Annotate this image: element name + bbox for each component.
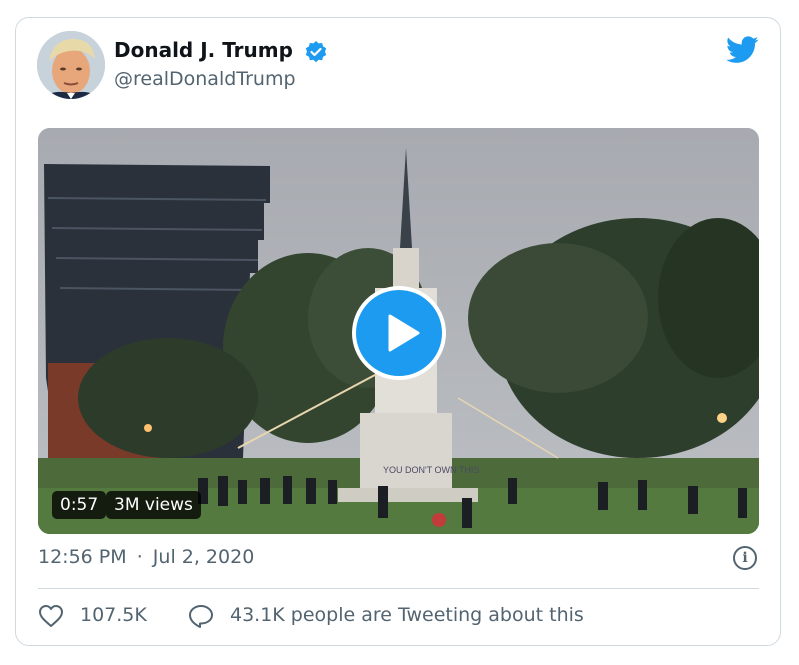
video-duration-badge: 0:57 — [52, 491, 107, 519]
tweet-date: Jul 2, 2020 — [152, 546, 255, 568]
speech-bubble-icon[interactable] — [188, 604, 214, 628]
heart-icon[interactable] — [38, 604, 64, 628]
info-icon[interactable]: i — [733, 546, 757, 570]
tweet-timestamp[interactable]: 12:56 PM · Jul 2, 2020 — [38, 546, 254, 568]
like-count[interactable]: 107.5K — [80, 604, 147, 626]
tweeting-about-link[interactable]: 43.1K people are Tweeting about this — [230, 604, 584, 626]
twitter-bird-icon[interactable] — [726, 36, 759, 64]
tweet-time: 12:56 PM — [38, 546, 127, 568]
video-views-badge: 3M views — [106, 491, 201, 519]
play-button[interactable] — [352, 286, 446, 380]
author-handle[interactable]: @realDonaldTrump — [114, 68, 296, 90]
video-player[interactable]: YOU DON'T OWN THIS 0:57 3M views — [38, 128, 759, 534]
verified-badge-icon — [305, 41, 327, 63]
graffiti-text: YOU DON'T OWN THIS — [383, 465, 479, 475]
avatar[interactable] — [37, 31, 105, 99]
avatar-image — [37, 31, 105, 99]
play-icon — [388, 314, 420, 352]
timestamp-separator: · — [136, 546, 143, 568]
author-name[interactable]: Donald J. Trump — [114, 38, 293, 62]
divider — [38, 588, 759, 589]
